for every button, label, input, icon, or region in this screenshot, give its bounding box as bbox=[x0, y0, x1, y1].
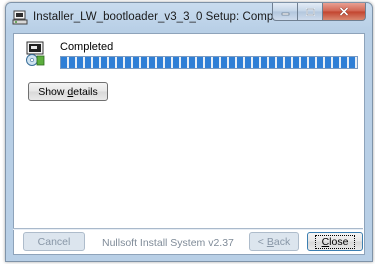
maximize-button[interactable] bbox=[297, 3, 322, 21]
maximize-icon bbox=[305, 7, 315, 16]
show-details-button[interactable]: Show d etails bbox=[28, 82, 108, 101]
installer-content-area: Completed Show d etails bbox=[13, 33, 365, 255]
cancel-button[interactable]: Cancel bbox=[23, 232, 85, 251]
close-window-button[interactable] bbox=[322, 3, 366, 21]
back-label-accel: B bbox=[266, 235, 274, 248]
setup-package-icon bbox=[26, 41, 45, 66]
back-label-end: ack bbox=[273, 235, 291, 248]
close-icon bbox=[339, 7, 349, 16]
progress-fill bbox=[61, 57, 357, 68]
close-button-focus: Close bbox=[314, 234, 356, 249]
branding-text: Nullsoft Install System v2.37 bbox=[102, 237, 234, 249]
close-label-end: lose bbox=[329, 235, 349, 248]
show-details-label-start: Show bbox=[38, 85, 68, 98]
back-button[interactable]: < Back bbox=[249, 232, 299, 251]
installer-window: Installer_LW_bootloader_v3_3_0 Setup: Co… bbox=[5, 2, 373, 262]
minimize-button[interactable] bbox=[272, 3, 297, 21]
window-title: Installer_LW_bootloader_v3_3_0 Setup: Co… bbox=[33, 11, 299, 23]
progress-bar bbox=[60, 56, 358, 69]
close-button[interactable]: Close bbox=[307, 232, 363, 251]
minimize-icon bbox=[281, 12, 289, 15]
title-bar[interactable]: Installer_LW_bootloader_v3_3_0 Setup: Co… bbox=[6, 3, 372, 33]
caption-buttons bbox=[272, 3, 366, 21]
footer-divider bbox=[13, 228, 363, 230]
installer-app-icon bbox=[12, 10, 28, 25]
status-label: Completed bbox=[60, 41, 114, 53]
back-label-start: < bbox=[257, 235, 267, 248]
show-details-label-end: etails bbox=[73, 85, 98, 98]
